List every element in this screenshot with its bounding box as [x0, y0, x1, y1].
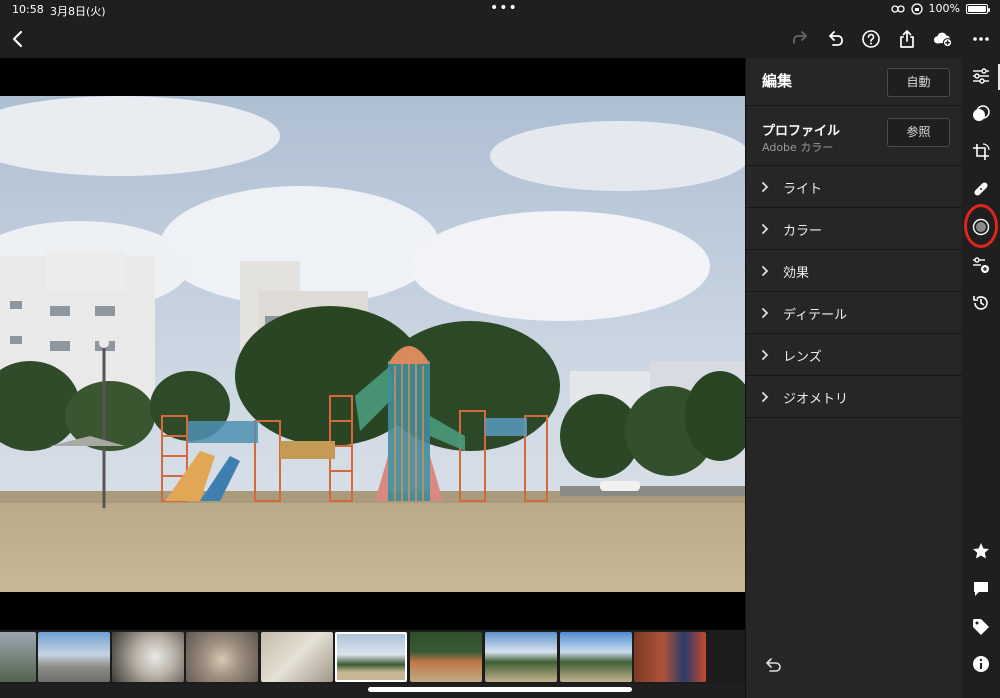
main-photo[interactable]: [0, 96, 745, 592]
profile-row: プロファイル Adobe カラー 参照: [746, 106, 962, 166]
versions-icon[interactable]: [971, 255, 991, 275]
section-label: ライト: [783, 182, 823, 197]
section-light[interactable]: ライト: [746, 166, 962, 208]
reset-icon[interactable]: [764, 655, 784, 675]
photo-viewer[interactable]: [0, 58, 745, 630]
chevron-right-icon: [762, 224, 769, 234]
filmstrip-thumb[interactable]: [485, 632, 557, 682]
section-color[interactable]: カラー: [746, 208, 962, 250]
chevron-right-icon: [762, 350, 769, 360]
link-icon: [890, 4, 905, 13]
comment-icon[interactable]: [971, 579, 991, 599]
history-icon[interactable]: [971, 293, 991, 313]
section-label: ディテール: [783, 308, 848, 323]
browse-button[interactable]: 参照: [887, 118, 950, 147]
auto-button[interactable]: 自動: [887, 68, 950, 97]
presets-icon[interactable]: [971, 104, 991, 124]
more-icon[interactable]: [969, 27, 993, 51]
filmstrip-thumb[interactable]: [38, 632, 110, 682]
section-label: カラー: [783, 224, 823, 239]
section-label: 効果: [783, 266, 810, 281]
section-geometry[interactable]: ジオメトリ: [746, 376, 962, 418]
section-label: レンズ: [783, 350, 822, 365]
battery-icon: [966, 3, 990, 14]
cloud-add-icon[interactable]: [931, 27, 955, 51]
rating-icon[interactable]: [971, 541, 991, 561]
filmstrip-thumb[interactable]: [560, 632, 632, 682]
section-label: ジオメトリ: [783, 392, 849, 407]
rotation-lock-icon: [910, 2, 923, 15]
profile-label: プロファイル: [762, 124, 841, 139]
section-effects[interactable]: 効果: [746, 250, 962, 292]
chevron-right-icon: [762, 308, 769, 318]
chevron-right-icon: [762, 392, 769, 402]
battery-percent: 100%: [928, 2, 960, 15]
top-toolbar: [0, 20, 1000, 58]
status-right: 100%: [890, 2, 990, 15]
profile-value: Adobe カラー: [762, 141, 834, 154]
multitasking-indicator[interactable]: •••: [490, 0, 518, 16]
crop-icon[interactable]: [971, 142, 991, 162]
status-time: 10:58: [12, 3, 44, 16]
tag-icon[interactable]: [971, 617, 991, 637]
filmstrip-thumb[interactable]: [410, 632, 482, 682]
info-icon[interactable]: [971, 654, 991, 674]
filmstrip-thumb[interactable]: [634, 632, 706, 682]
filmstrip-thumb-selected[interactable]: [335, 632, 407, 682]
chevron-right-icon: [762, 266, 769, 276]
lightroom-screen: 10:58 3月8日(火) ••• 100% 編集 自動 プロファイル Adob…: [0, 0, 1000, 698]
status-bar: 10:58 3月8日(火) ••• 100%: [0, 0, 1000, 20]
filmstrip-thumb[interactable]: [261, 632, 333, 682]
home-indicator[interactable]: [368, 687, 632, 692]
section-detail[interactable]: ディテール: [746, 292, 962, 334]
tool-rail: [962, 58, 1000, 698]
redo-icon[interactable]: [788, 27, 812, 51]
filmstrip-thumb[interactable]: [0, 632, 36, 682]
panel-header: 編集 自動: [746, 58, 962, 106]
filmstrip-thumb[interactable]: [112, 632, 184, 682]
panel-title: 編集: [762, 72, 793, 90]
healing-icon[interactable]: [971, 179, 991, 199]
edit-sliders-icon[interactable]: [971, 66, 991, 86]
help-icon[interactable]: [859, 27, 883, 51]
filmstrip: [0, 630, 745, 684]
masking-icon[interactable]: [971, 217, 991, 237]
filmstrip-thumb[interactable]: [186, 632, 258, 682]
status-date: 3月8日(火): [50, 5, 106, 18]
share-icon[interactable]: [895, 27, 919, 51]
back-icon[interactable]: [6, 27, 30, 51]
chevron-right-icon: [762, 182, 769, 192]
undo-icon[interactable]: [824, 27, 848, 51]
section-lens[interactable]: レンズ: [746, 334, 962, 376]
edit-panel: 編集 自動 プロファイル Adobe カラー 参照 ライト カラー 効果 ディテ…: [745, 58, 962, 698]
